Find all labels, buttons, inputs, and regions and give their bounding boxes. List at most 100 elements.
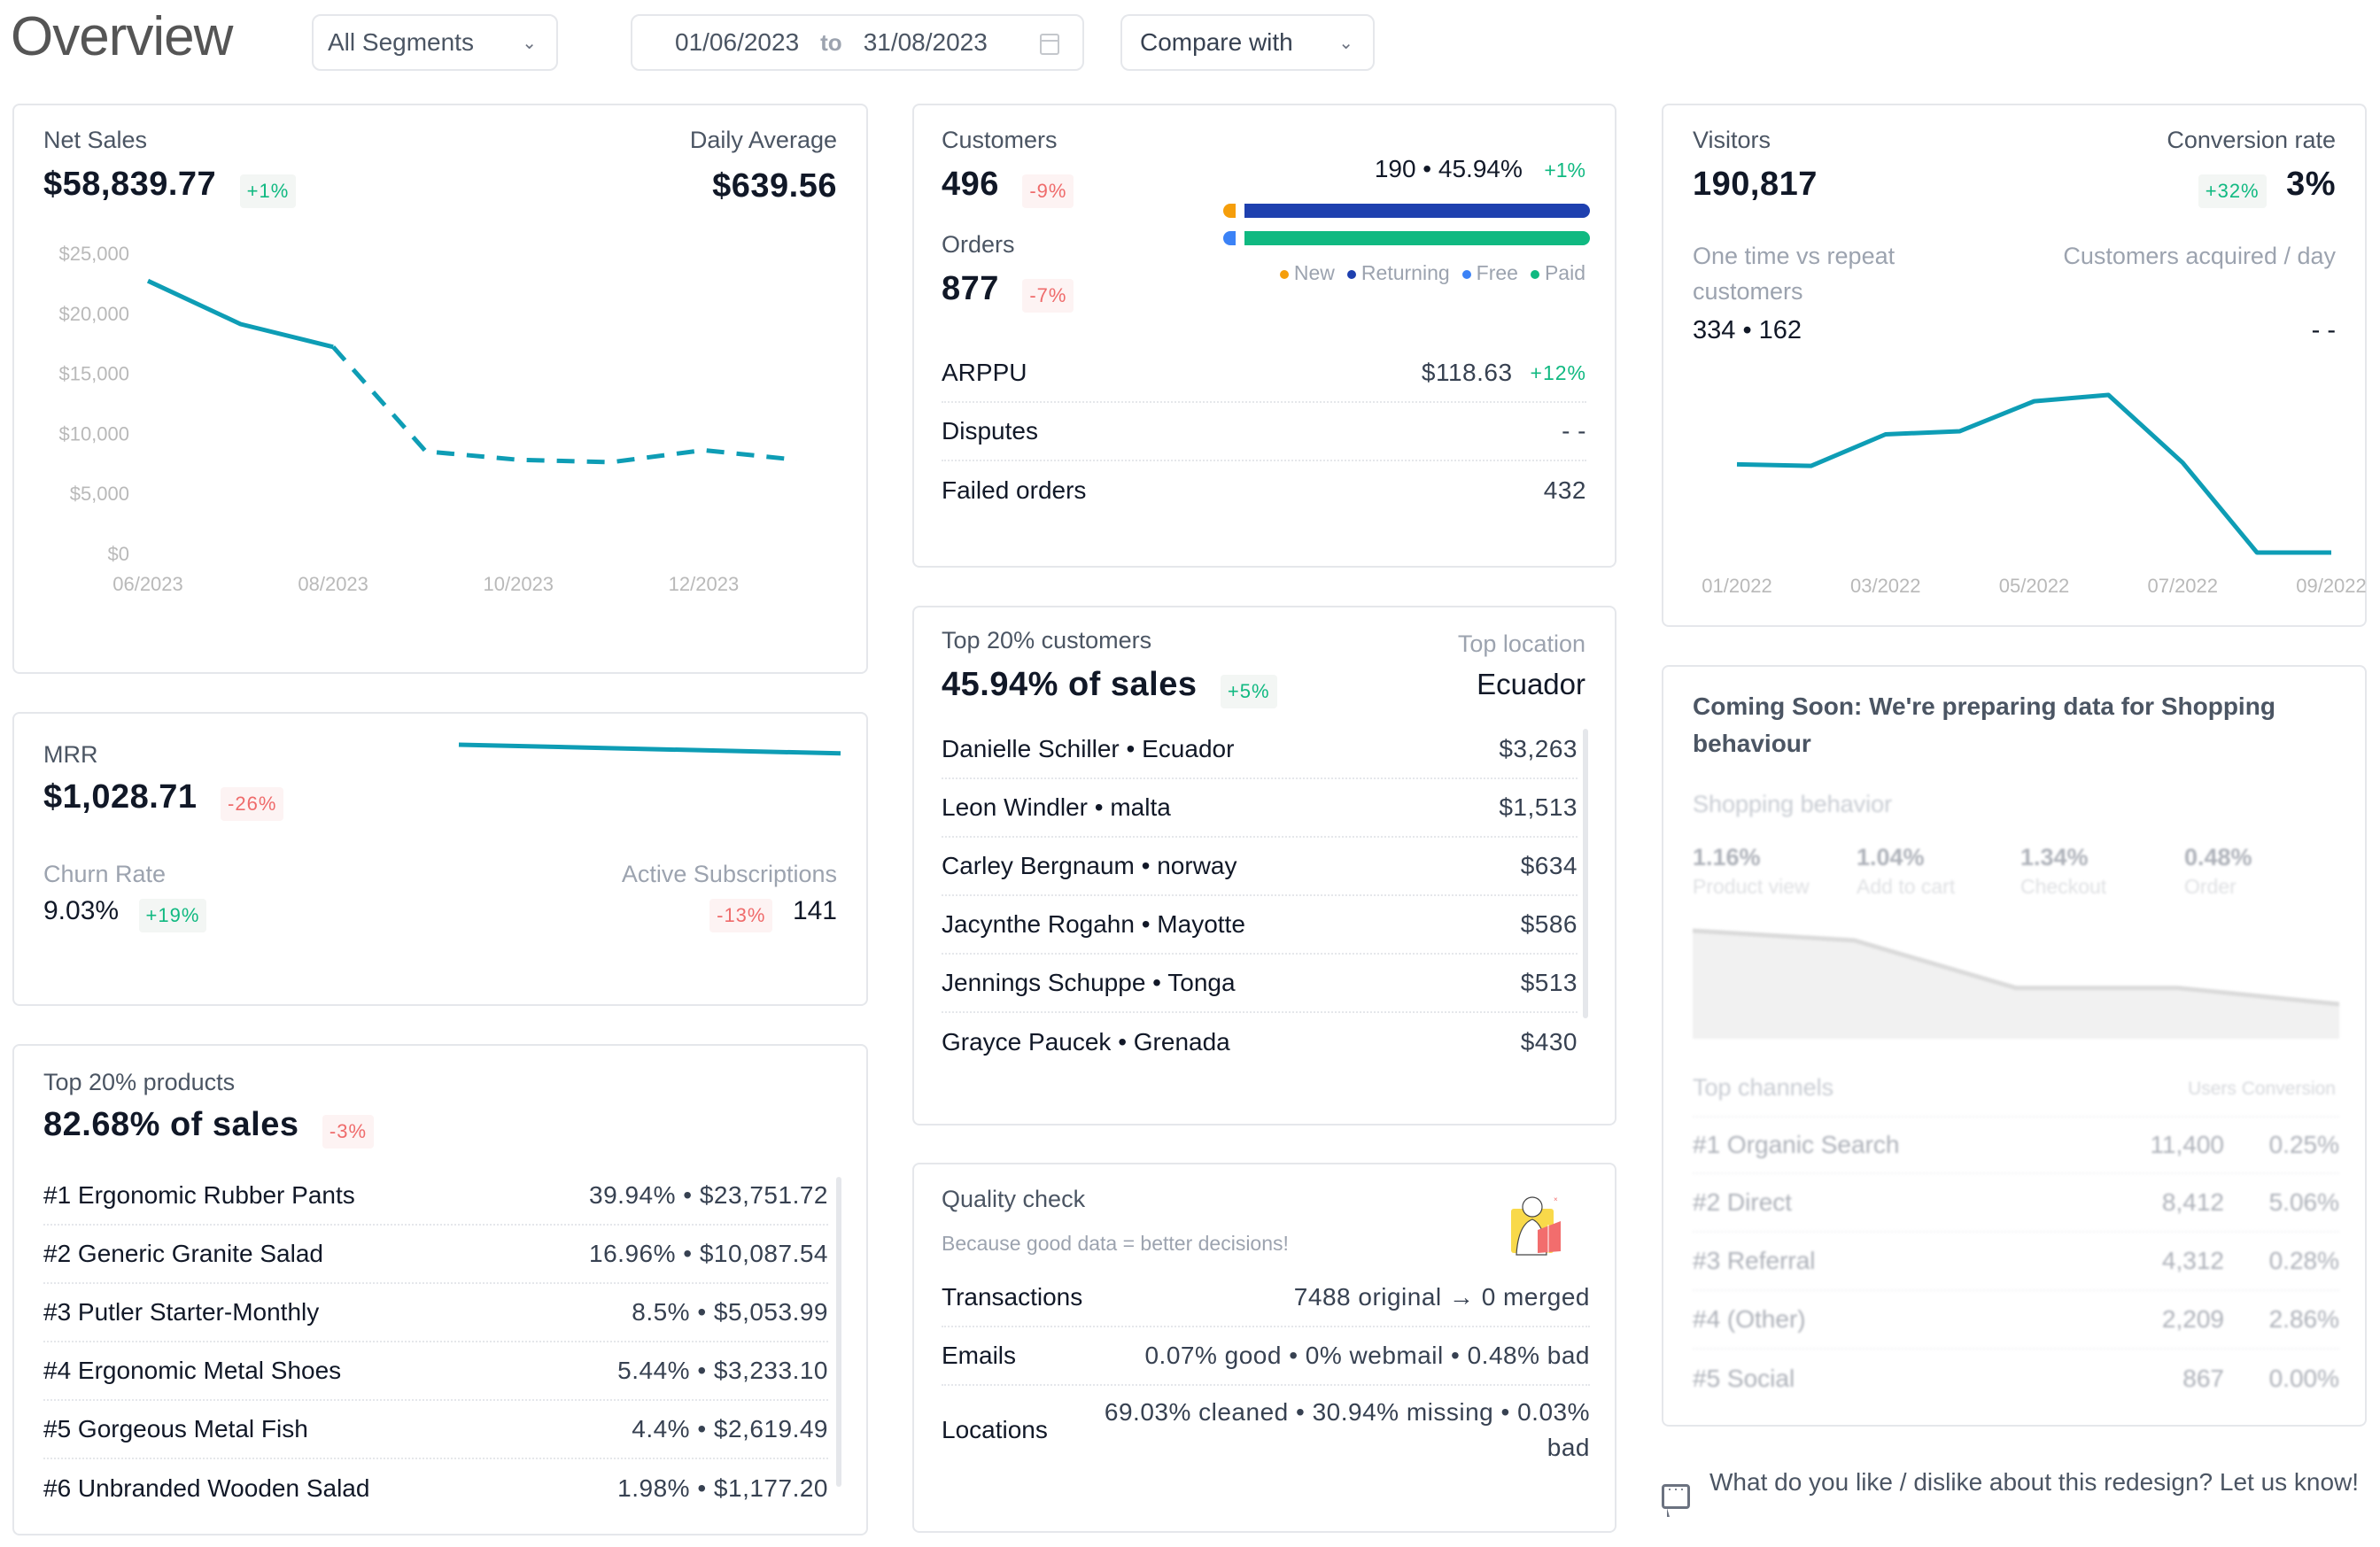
- channel-row: #2 Direct 8,412 5.06%: [1693, 1174, 2339, 1233]
- channel-conversion: 0.28%: [2268, 1247, 2339, 1274]
- channel-users: 4,312: [2161, 1247, 2224, 1274]
- product-row[interactable]: #6 Unbranded Wooden Salad 1.98% • $1,177.…: [43, 1459, 828, 1518]
- product-row[interactable]: #5 Gorgeous Metal Fish 4.4% • $2,619.49: [43, 1401, 828, 1459]
- metric-value: $118.63: [1421, 359, 1513, 386]
- quality-check-subtitle: Because good data = better decisions!: [942, 1232, 1289, 1255]
- net-sales-actual-line: [146, 278, 334, 350]
- metric-label: ARPPU: [942, 359, 1027, 386]
- shopping-stat: 1.16% Product view: [1693, 844, 1857, 899]
- shopping-behaviour-card: Coming Soon: We're preparing data for Sh…: [1662, 665, 2367, 1427]
- customer-revenue: $634: [1520, 852, 1578, 879]
- page-title: Overview: [11, 6, 233, 67]
- shopping-behavior-label: Shopping behavior: [1693, 791, 1893, 817]
- x-tick-label: 07/2022: [2147, 575, 2218, 597]
- y-tick-label: $25,000: [58, 243, 129, 265]
- shopping-stat: 1.04% Add to cart: [1857, 844, 2020, 899]
- compare-with-select[interactable]: Compare with ⌄: [1120, 14, 1375, 71]
- paid-customers-segment: [1244, 231, 1590, 245]
- customer-row[interactable]: Carley Bergnaum • norway $634: [942, 838, 1578, 896]
- customer-row[interactable]: Grayce Paucek • Grenada $430: [942, 1013, 1578, 1071]
- customer-name-location: Leon Windler • malta: [942, 793, 1171, 821]
- customer-revenue: $430: [1520, 1028, 1578, 1056]
- customer-row[interactable]: Danielle Schiller • Ecuador $3,263: [942, 721, 1578, 779]
- product-share-value: 39.94% • $23,751.72: [589, 1181, 828, 1209]
- top-customers-change-badge: +5%: [1220, 674, 1277, 708]
- svg-text:×: ×: [1554, 1195, 1558, 1203]
- coming-soon-title: Coming Soon: We're preparing data for Sh…: [1693, 692, 2275, 757]
- legend-label: Paid: [1544, 261, 1585, 284]
- product-share-value: 1.98% • $1,177.20: [617, 1474, 828, 1502]
- x-tick-label: 01/2022: [1702, 575, 1772, 597]
- customer-name-location: Jacynthe Rogahn • Mayotte: [942, 910, 1245, 938]
- customers-value: 496: [942, 166, 999, 203]
- x-tick-label: 12/2023: [669, 573, 740, 595]
- customer-revenue: $513: [1520, 969, 1578, 996]
- product-name: #2 Generic Granite Salad: [43, 1240, 323, 1267]
- quality-check-list: Transactions 7488 original → 0 merged Emai…: [942, 1269, 1590, 1474]
- feedback-link[interactable]: What do you like / dislike about this re…: [1662, 1465, 2367, 1517]
- channel-name: #3 Referral: [1693, 1247, 1816, 1274]
- shopping-stat-label: Order: [2184, 875, 2237, 898]
- scrollbar[interactable]: [1583, 729, 1588, 1018]
- product-row[interactable]: #4 Ergonomic Metal Shoes 5.44% • $3,233.1…: [43, 1342, 828, 1401]
- date-to[interactable]: 31/08/2023: [864, 28, 988, 57]
- customer-row[interactable]: Jacynthe Rogahn • Mayotte $586: [942, 896, 1578, 955]
- customer-row[interactable]: Jennings Schuppe • Tonga $513: [942, 955, 1578, 1013]
- product-name: #1 Ergonomic Rubber Pants: [43, 1181, 355, 1209]
- segment-select[interactable]: All Segments ⌄: [312, 14, 558, 71]
- orders-label: Orders: [942, 231, 1015, 258]
- chevron-down-icon: ⌄: [522, 34, 537, 53]
- metric-label: Disputes: [942, 417, 1038, 445]
- y-tick-label: $10,000: [58, 422, 129, 445]
- scrollbar[interactable]: [836, 1177, 841, 1487]
- customer-name-location: Carley Bergnaum • norway: [942, 852, 1237, 879]
- channel-users: 8,412: [2161, 1188, 2224, 1216]
- top-products-card: Top 20% products 82.68% of sales -3% #1 …: [12, 1044, 868, 1535]
- product-row[interactable]: #3 Putler Starter-Monthly 8.5% • $5,053.9…: [43, 1284, 828, 1342]
- customers-label: Customers: [942, 127, 1058, 153]
- channel-conversion: 5.06%: [2268, 1188, 2339, 1216]
- shopping-stat-value: 1.04%: [1857, 844, 1925, 870]
- channel-name: #4 (Other): [1693, 1305, 1806, 1333]
- quality-row: Emails 0.07% good • 0% webmail • 0.48% ba…: [942, 1327, 1590, 1386]
- y-tick-label: $5,000: [70, 483, 129, 505]
- mrr-card: MRR $1,028.71 -26% Churn Rate 9.03% +19%…: [12, 712, 868, 1006]
- feedback-text[interactable]: What do you like / dislike about this re…: [1709, 1465, 2359, 1509]
- date-range-picker[interactable]: 01/06/2023 to 31/08/2023: [631, 14, 1084, 71]
- mrr-sparkline: [458, 742, 841, 756]
- top-products-change-badge: -3%: [322, 1114, 375, 1149]
- customer-revenue: $586: [1520, 910, 1578, 938]
- net-sales-card: Net Sales $58,839.77 +1% Daily Average $…: [12, 104, 868, 674]
- conversion-column-header: Conversion: [2241, 1079, 2336, 1099]
- legend-item-returning: Returning: [1346, 261, 1450, 285]
- churn-rate-change-badge: +19%: [138, 898, 207, 932]
- customers-change-badge: -9%: [1022, 174, 1074, 208]
- orders-change-badge: -7%: [1022, 278, 1074, 313]
- quality-row: Locations 69.03% cleaned • 30.94% missing…: [942, 1386, 1590, 1474]
- legend-label: New: [1293, 261, 1335, 284]
- reading-person-illustration-icon: ×: [1511, 1195, 1561, 1256]
- customer-bar-legend: New Returning Free Paid: [1279, 261, 1585, 285]
- product-row[interactable]: #2 Generic Granite Salad 16.96% • $10,087…: [43, 1226, 828, 1284]
- product-name: #4 Ergonomic Metal Shoes: [43, 1357, 342, 1384]
- active-subscriptions-change-badge: -13%: [709, 898, 773, 932]
- churn-rate-label: Churn Rate: [43, 861, 167, 887]
- calendar-icon[interactable]: [1040, 34, 1059, 55]
- top-location-label: Top location: [1457, 630, 1585, 657]
- channel-row: #4 (Other) 2,209 2.86%: [1693, 1291, 2339, 1350]
- chat-bubble-icon: [1662, 1480, 1690, 1517]
- product-share-value: 8.5% • $5,053.99: [632, 1298, 828, 1326]
- visitors-card: Visitors 190,817 Conversion rate +32% 3%…: [1662, 104, 2367, 627]
- churn-rate-value: 9.03%: [43, 896, 120, 925]
- date-from[interactable]: 01/06/2023: [675, 28, 799, 57]
- top-customers-value: 45.94% of sales: [942, 666, 1198, 703]
- customer-row[interactable]: Leon Windler • malta $1,513: [942, 779, 1578, 838]
- customer-name-location: Danielle Schiller • Ecuador: [942, 735, 1235, 762]
- customer-revenue: $1,513: [1499, 793, 1578, 821]
- customer-name-location: Jennings Schuppe • Tonga: [942, 969, 1236, 996]
- visitors-line: [1736, 392, 2331, 555]
- funnel-area: [1693, 931, 2339, 1039]
- product-row[interactable]: #1 Ergonomic Rubber Pants 39.94% • $23,75…: [43, 1167, 828, 1226]
- channel-users: 2,209: [2161, 1305, 2224, 1333]
- legend-label: Returning: [1361, 261, 1450, 284]
